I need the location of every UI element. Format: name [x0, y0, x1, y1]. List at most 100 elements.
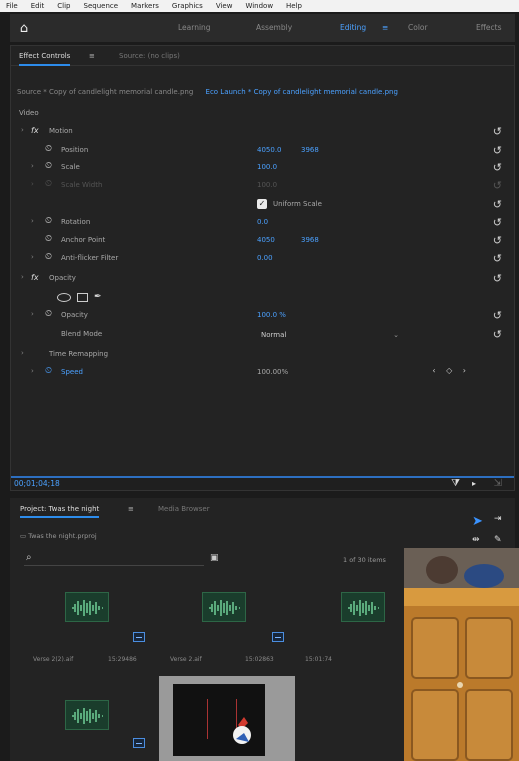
scale-value[interactable]: 100.0 — [257, 163, 277, 171]
position-x-value[interactable]: 4050.0 — [257, 146, 282, 154]
anchor-y-value[interactable]: 3968 — [301, 236, 319, 244]
motion-row[interactable]: › fx Motion ↺ — [11, 125, 516, 139]
stopwatch-icon[interactable]: ⏲ — [45, 309, 52, 319]
stopwatch-icon[interactable]: ⏲ — [45, 234, 52, 244]
reset-anchor-icon[interactable]: ↺ — [493, 234, 502, 248]
tab-source[interactable]: Source: (no clips) — [119, 46, 180, 66]
ellipse-mask-icon[interactable] — [57, 292, 71, 302]
tab-effect-controls[interactable]: Effect Controls — [19, 46, 71, 66]
tab-project[interactable]: Project: Twas the night — [20, 498, 100, 520]
stopwatch-icon[interactable]: ⏲ — [45, 144, 52, 154]
home-icon[interactable]: ⌂ — [10, 21, 38, 36]
audio-clip-badge-icon — [133, 738, 145, 748]
speed-value[interactable]: 100.00% — [257, 368, 288, 376]
reset-opacity-section-icon[interactable]: ↺ — [493, 272, 502, 286]
twirl-scale-width-icon: › — [31, 180, 34, 188]
time-remapping-label: Time Remapping — [49, 350, 109, 358]
workspace-tab-effects[interactable]: Effects — [476, 14, 502, 42]
reset-opacity-icon[interactable]: ↺ — [493, 309, 502, 323]
graphic-clip-thumbnail[interactable] — [159, 676, 295, 761]
uniform-scale-row: ✓ Uniform Scale ↺ — [11, 198, 516, 212]
ripple-edit-icon[interactable]: ⇹ — [472, 535, 480, 545]
effect-controls-tabs: Effect Controls ≡ Source: (no clips) — [11, 46, 514, 66]
tab-menu-icon[interactable]: ≡ — [89, 46, 95, 66]
twirl-anti-flicker-icon[interactable]: › — [31, 253, 34, 261]
menu-edit[interactable]: Edit — [31, 0, 45, 12]
menu-file[interactable]: File — [6, 0, 18, 12]
anchor-x-value[interactable]: 4050 — [257, 236, 275, 244]
twirl-rotation-icon[interactable]: › — [31, 217, 34, 225]
reset-scale-icon[interactable]: ↺ — [493, 161, 502, 175]
audio-clip-thumbnail[interactable] — [202, 592, 246, 622]
stopwatch-icon[interactable]: ⏲ — [45, 252, 52, 262]
time-remapping-row[interactable]: › Time Remapping — [11, 348, 516, 362]
breadcrumb: ▭ Twas the night.prproj — [20, 532, 97, 540]
opacity-row[interactable]: › fx Opacity ↺ — [11, 272, 516, 286]
keyframe-navigator[interactable]: ‹ ◇ › — [432, 366, 470, 375]
play-only-icon[interactable]: ▸ — [472, 479, 476, 488]
source-clip-name[interactable]: Eco Launch * Copy of candlelight memoria… — [206, 88, 398, 96]
menu-markers[interactable]: Markers — [131, 0, 159, 12]
export-frame-icon[interactable]: ⇲ — [494, 478, 502, 489]
blend-mode-label: Blend Mode — [61, 330, 103, 338]
scale-width-label: Scale Width — [61, 181, 103, 189]
pen-mask-icon[interactable]: ✒ — [94, 292, 102, 302]
workspace-tab-color[interactable]: Color — [408, 14, 428, 42]
audio-clip-thumbnail[interactable] — [341, 592, 385, 622]
menu-view[interactable]: View — [216, 0, 233, 12]
fx-icon[interactable]: fx — [31, 126, 39, 135]
items-count: 1 of 30 items — [343, 556, 386, 564]
workspace-tab-assembly[interactable]: Assembly — [256, 14, 292, 42]
menu-sequence[interactable]: Sequence — [84, 0, 119, 12]
reset-blend-mode-icon[interactable]: ↺ — [493, 328, 502, 342]
opacity-value[interactable]: 100.0 % — [257, 311, 286, 319]
blend-mode-dropdown[interactable]: Normal ⌄ — [257, 328, 407, 342]
workspace-tab-editing[interactable]: Editing — [340, 14, 366, 42]
track-select-icon[interactable]: ⇥ — [494, 514, 502, 524]
position-row: ⏲ Position 4050.0 3968 ↺ — [11, 144, 516, 158]
menu-clip[interactable]: Clip — [57, 0, 70, 12]
twirl-opacity-value-icon[interactable]: › — [31, 310, 34, 318]
stopwatch-icon[interactable]: ⏲ — [45, 366, 52, 376]
twirl-opacity-icon[interactable]: › — [21, 273, 24, 281]
twirl-motion-icon[interactable]: › — [21, 126, 24, 134]
position-y-value[interactable]: 3968 — [301, 146, 319, 154]
selection-tool-icon[interactable]: ➤ — [472, 514, 483, 529]
twirl-time-remap-icon[interactable]: › — [21, 349, 24, 357]
twirl-scale-icon[interactable]: › — [31, 162, 34, 170]
menu-window[interactable]: Window — [245, 0, 273, 12]
reset-motion-icon[interactable]: ↺ — [493, 125, 502, 139]
stopwatch-icon[interactable]: ⏲ — [45, 161, 52, 171]
clip-duration: 15:02863 — [245, 656, 274, 663]
filter-icon[interactable]: ⧩ — [451, 478, 460, 489]
new-bin-icon[interactable]: ▣ — [210, 553, 219, 563]
blend-mode-value: Normal — [261, 331, 287, 339]
anti-flicker-value[interactable]: 0.00 — [257, 254, 273, 262]
audio-clip-thumbnail[interactable] — [65, 700, 109, 730]
rectangle-mask-icon[interactable] — [77, 292, 88, 302]
playhead-timecode[interactable]: 00;01;04;18 — [14, 479, 60, 488]
reset-rotation-icon[interactable]: ↺ — [493, 216, 502, 230]
mask-tools: ✒ — [57, 290, 102, 304]
audio-clip-thumbnail[interactable] — [65, 592, 109, 622]
project-search-input[interactable]: ⌕ — [24, 552, 204, 566]
fx-icon[interactable]: fx — [31, 273, 39, 282]
motion-label: Motion — [49, 127, 73, 135]
menu-help[interactable]: Help — [286, 0, 302, 12]
workspace-tab-learning[interactable]: Learning — [178, 14, 211, 42]
clip-name: Verse 2.aif — [170, 656, 202, 663]
reset-position-icon[interactable]: ↺ — [493, 144, 502, 158]
speed-row: › ⏲ Speed 100.00% ‹ ◇ › — [11, 366, 516, 380]
workspace-menu-icon[interactable]: ≡ — [382, 14, 388, 42]
stopwatch-icon[interactable]: ⏲ — [45, 216, 52, 226]
twirl-speed-icon[interactable]: › — [31, 367, 34, 375]
tab-media-browser[interactable]: Media Browser — [158, 498, 210, 520]
pen-tool-icon[interactable]: ✎ — [494, 535, 502, 545]
menu-graphics[interactable]: Graphics — [172, 0, 203, 12]
reset-anti-flicker-icon[interactable]: ↺ — [493, 252, 502, 266]
source-label[interactable]: Source * Copy of candlelight memorial ca… — [17, 88, 193, 96]
project-tab-menu-icon[interactable]: ≡ — [128, 498, 134, 520]
uniform-scale-checkbox[interactable]: ✓ — [257, 199, 267, 209]
rotation-value[interactable]: 0.0 — [257, 218, 268, 226]
reset-uniform-scale-icon[interactable]: ↺ — [493, 198, 502, 212]
